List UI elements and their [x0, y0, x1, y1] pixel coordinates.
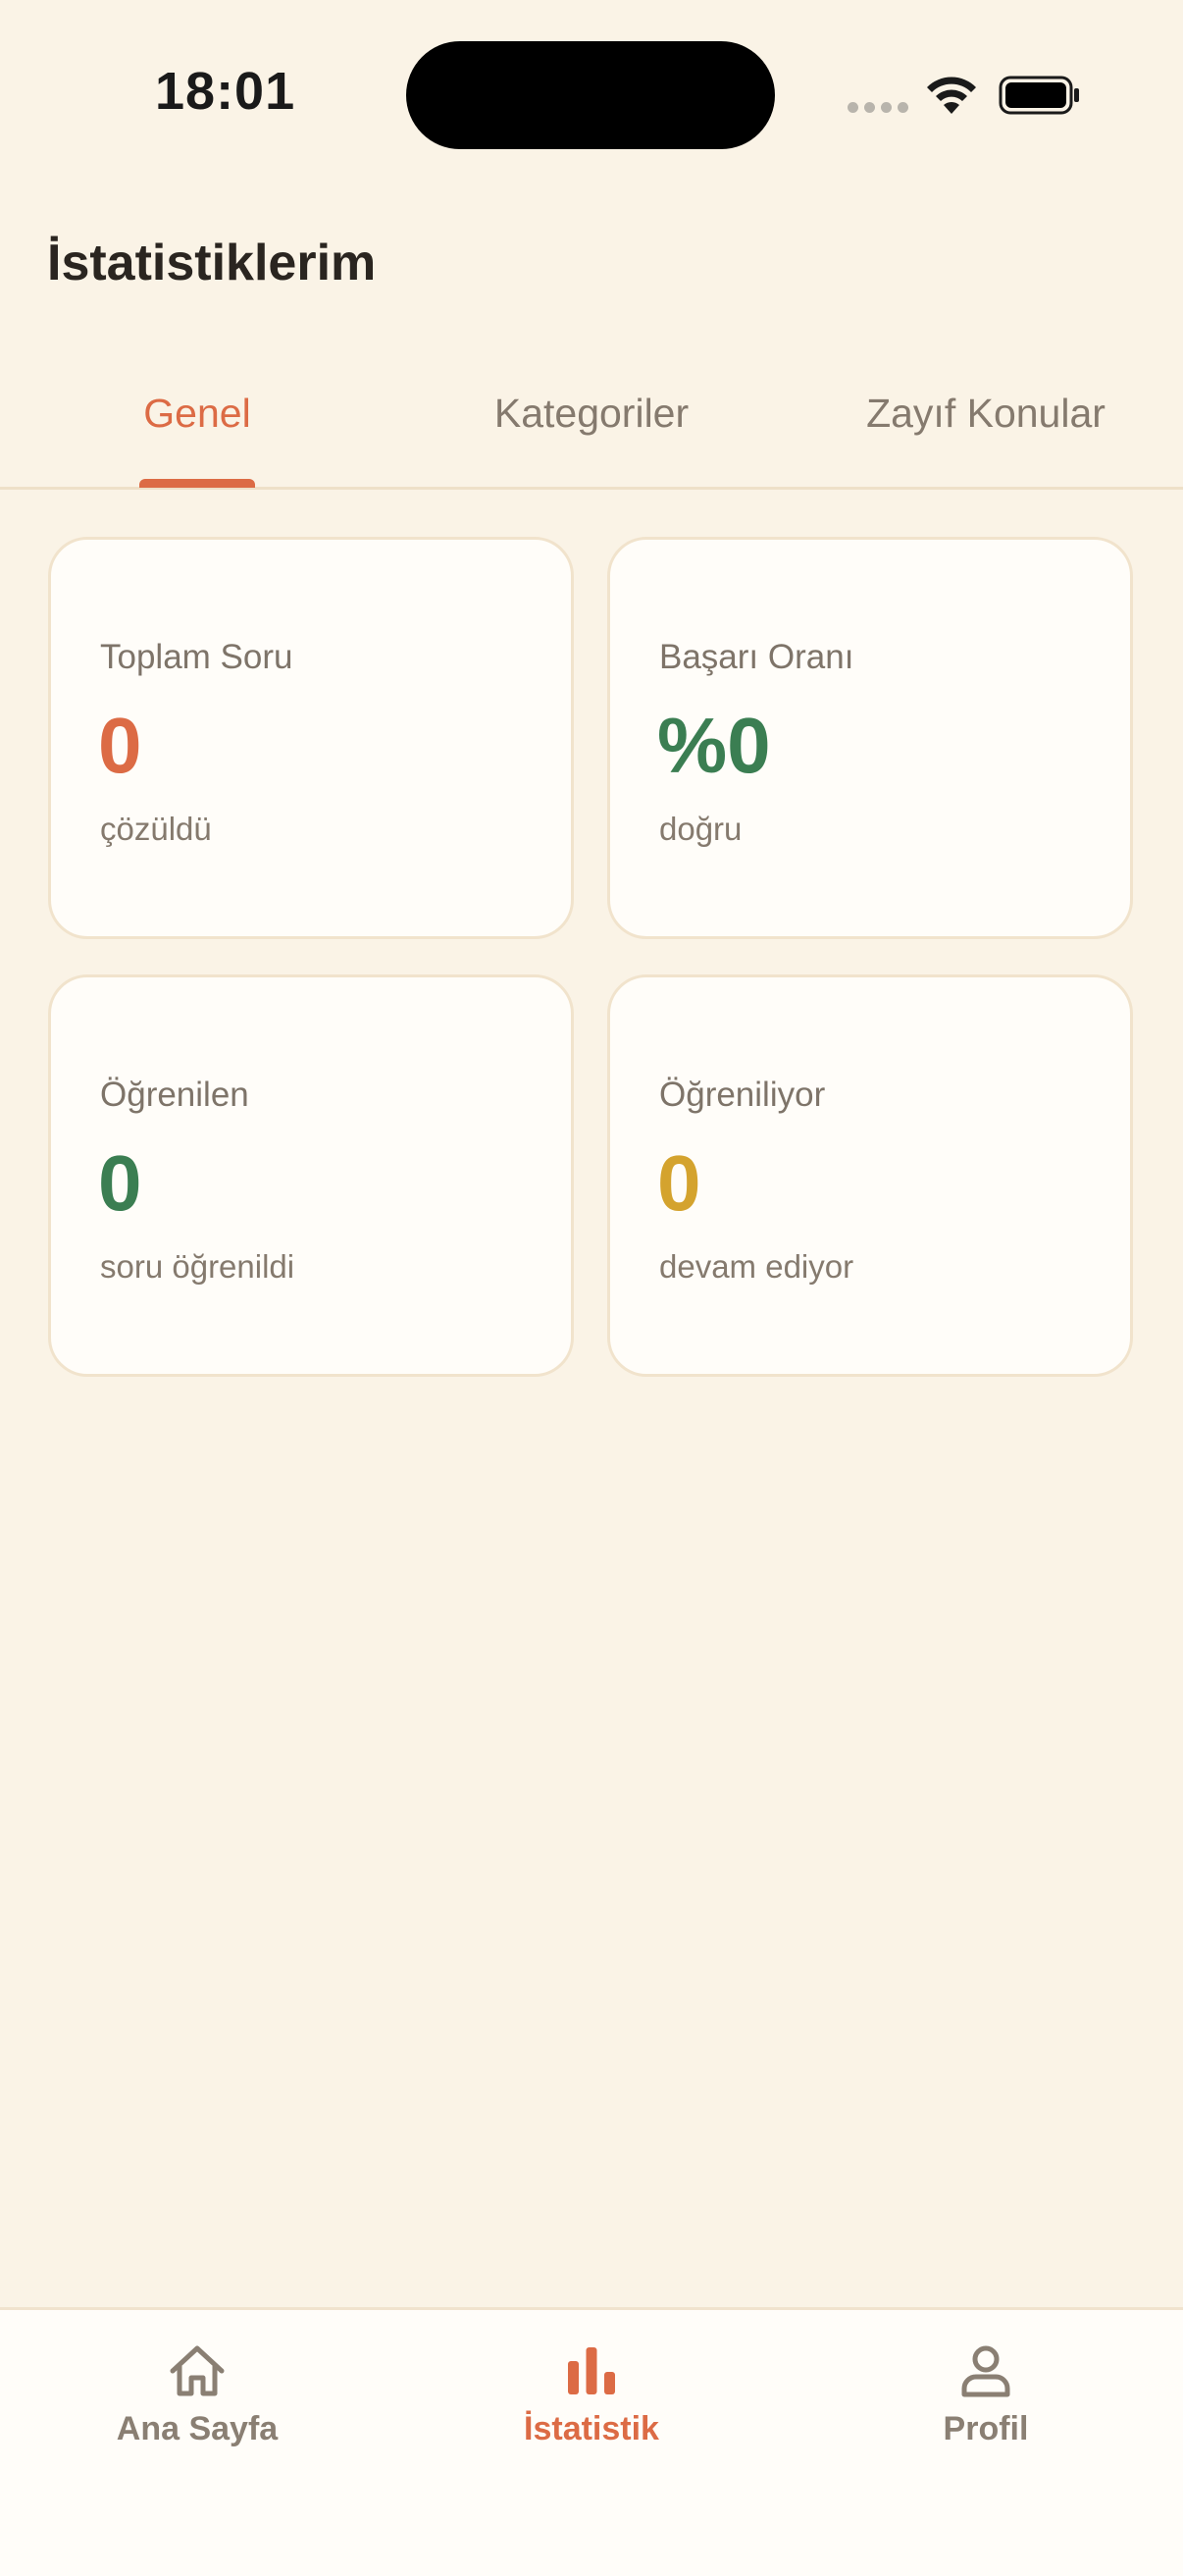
battery-icon [999, 76, 1079, 115]
stat-card-success-rate: Başarı Oranı %0 doğru [607, 537, 1133, 939]
nav-item-profile[interactable]: Profil [789, 2339, 1183, 2448]
nav-label: Profil [943, 2410, 1029, 2447]
stat-card-learning: Öğreniliyor 0 devam ediyor [607, 974, 1133, 1377]
cellular-signal-icon [848, 102, 908, 113]
bottom-navigation: Ana Sayfa İstatistik Profil [0, 2307, 1183, 2576]
bar-chart-icon [568, 2347, 615, 2394]
wifi-icon [927, 77, 976, 114]
tab-zayif-konular[interactable]: Zayıf Konular [789, 391, 1183, 437]
stat-value: 0 [657, 1139, 701, 1227]
status-time: 18:01 [155, 62, 296, 121]
stat-caption: devam ediyor [659, 1248, 854, 1285]
dynamic-island [406, 41, 775, 149]
stat-value: 0 [98, 702, 142, 789]
stat-caption: çözüldü [100, 811, 212, 847]
stat-caption: doğru [659, 811, 743, 847]
home-icon [170, 2345, 225, 2396]
nav-item-statistics[interactable]: İstatistik [394, 2339, 789, 2448]
stat-caption: soru öğrenildi [100, 1248, 295, 1285]
tab-genel[interactable]: Genel [0, 391, 394, 437]
nav-label: Ana Sayfa [116, 2410, 279, 2447]
stat-card-learned: Öğrenilen 0 soru öğrenildi [48, 974, 574, 1377]
tab-bar: Genel Kategoriler Zayıf Konular [0, 363, 1183, 490]
nav-label: İstatistik [524, 2410, 659, 2447]
nav-item-home[interactable]: Ana Sayfa [0, 2339, 394, 2448]
tab-kategoriler[interactable]: Kategoriler [394, 391, 789, 437]
stat-label: Öğrenilen [100, 1076, 249, 1114]
active-tab-indicator [139, 479, 255, 488]
user-icon [961, 2345, 1010, 2397]
stat-card-total-questions: Toplam Soru 0 çözüldü [48, 537, 574, 939]
stat-label: Toplam Soru [100, 638, 293, 676]
status-bar: 18:01 [0, 0, 1183, 186]
stat-label: Öğreniliyor [659, 1076, 826, 1114]
page-title: İstatistiklerim [47, 235, 377, 291]
stat-value: %0 [657, 702, 771, 789]
stat-value: 0 [98, 1139, 142, 1227]
stat-label: Başarı Oranı [659, 638, 854, 676]
